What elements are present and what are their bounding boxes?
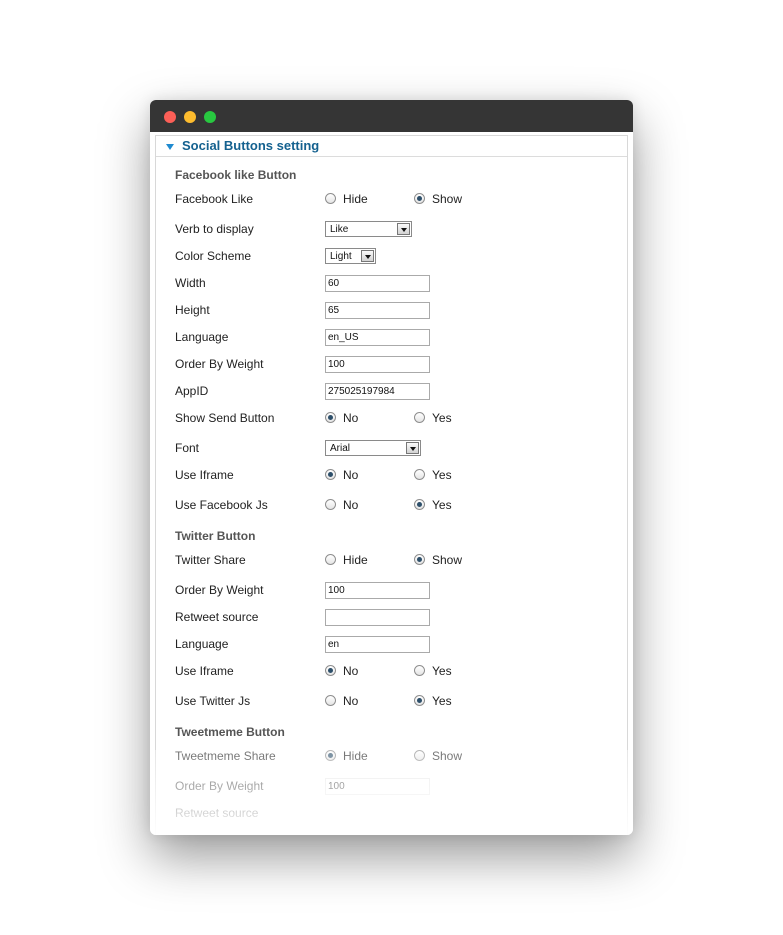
row-twitter-order-weight: Order By Weight 100 — [175, 581, 633, 601]
chevron-down-icon[interactable] — [361, 250, 374, 262]
row-tweetmeme-order-weight: Order By Weight 100 — [175, 777, 633, 797]
radio-label: Hide — [343, 553, 368, 567]
field-label: Height — [175, 303, 210, 317]
field-label: Order By Weight — [175, 583, 264, 597]
row-font: Font Arial — [175, 439, 633, 459]
section-title-facebook: Facebook like Button — [175, 168, 297, 182]
row-language: Language en_US — [175, 328, 633, 348]
row-twitter-share: Twitter Share Hide Show — [175, 551, 633, 571]
field-label: Show Send Button — [175, 411, 275, 425]
radio-button[interactable] — [325, 554, 336, 565]
row-use-iframe: Use Iframe No Yes — [175, 466, 633, 486]
row-retweet-source: Retweet source — [175, 608, 633, 628]
radio-button[interactable] — [325, 665, 336, 676]
radio-button[interactable] — [414, 412, 425, 423]
chevron-down-icon[interactable] — [406, 442, 419, 454]
radio-button[interactable] — [414, 665, 425, 676]
select-value: Like — [330, 224, 349, 235]
radio-label: No — [343, 664, 359, 678]
field-label: Facebook Like — [175, 192, 254, 206]
field-label: Language — [175, 637, 229, 651]
radio-label: Show — [432, 192, 463, 206]
row-appid: AppID 275025197984 — [175, 382, 633, 402]
field-label: Use Facebook Js — [175, 498, 268, 512]
row-order-weight: Order By Weight 100 — [175, 355, 633, 375]
order-weight-input[interactable]: 100 — [325, 356, 430, 373]
radio-button[interactable] — [414, 554, 425, 565]
radio-button[interactable] — [414, 695, 425, 706]
font-select[interactable]: Arial — [325, 440, 421, 456]
field-label: Tweetmeme Share — [175, 749, 276, 763]
verb-select[interactable]: Like — [325, 221, 412, 237]
row-tweetmeme-share: Tweetmeme Share Hide Show — [175, 747, 633, 767]
radio-label: Show — [432, 749, 463, 763]
select-value: Arial — [330, 443, 351, 454]
row-twitter-iframe: Use Iframe No Yes — [175, 662, 633, 682]
twitter-order-weight-input[interactable]: 100 — [325, 582, 430, 599]
field-label: Use Twitter Js — [175, 694, 251, 708]
row-color-scheme: Color Scheme Light — [175, 247, 633, 267]
height-input[interactable]: 65 — [325, 302, 430, 319]
radio-button[interactable] — [325, 695, 336, 706]
row-twitter-js: Use Twitter Js No Yes — [175, 692, 633, 712]
width-input[interactable]: 60 — [325, 275, 430, 292]
radio-label: Yes — [432, 694, 452, 708]
radio-button[interactable] — [325, 750, 336, 761]
radio-label: Yes — [432, 664, 452, 678]
field-label: Retweet source — [175, 610, 259, 624]
row-verb: Verb to display Like — [175, 220, 633, 240]
row-facebook-like: Facebook Like Hide Show — [175, 190, 633, 210]
settings-form: Facebook like Button Facebook Like Hide … — [150, 100, 633, 835]
row-facebook-js: Use Facebook Js No Yes — [175, 496, 633, 516]
field-label: Retweet source — [175, 806, 259, 820]
field-label: Twitter Share — [175, 553, 246, 567]
retweet-source-input[interactable] — [325, 609, 430, 626]
app-window: Social Buttons setting Facebook like But… — [150, 100, 633, 835]
radio-label: Yes — [432, 498, 452, 512]
radio-button[interactable] — [414, 750, 425, 761]
field-label: Language — [175, 330, 229, 344]
chevron-down-icon[interactable] — [397, 223, 410, 235]
radio-button[interactable] — [325, 412, 336, 423]
radio-button[interactable] — [414, 193, 425, 204]
row-height: Height 65 — [175, 301, 633, 321]
radio-label: Yes — [432, 468, 452, 482]
radio-label: No — [343, 694, 359, 708]
field-label: Verb to display — [175, 222, 254, 236]
radio-label: No — [343, 411, 359, 425]
field-label: Use Iframe — [175, 664, 234, 678]
row-tweetmeme-retweet-source: Retweet source — [175, 804, 633, 824]
field-label: Order By Weight — [175, 779, 264, 793]
field-label: Use Iframe — [175, 468, 234, 482]
section-title-twitter: Twitter Button — [175, 529, 256, 543]
radio-label: Show — [432, 553, 463, 567]
field-label: Width — [175, 276, 206, 290]
field-label: AppID — [175, 384, 209, 398]
row-send-button: Show Send Button No Yes — [175, 409, 633, 429]
radio-label: No — [343, 468, 359, 482]
twitter-language-input[interactable]: en — [325, 636, 430, 653]
row-width: Width 60 — [175, 274, 633, 294]
appid-input[interactable]: 275025197984 — [325, 383, 430, 400]
radio-label: Hide — [343, 192, 368, 206]
radio-button[interactable] — [325, 499, 336, 510]
radio-button[interactable] — [414, 469, 425, 480]
radio-label: Hide — [343, 749, 368, 763]
tweetmeme-order-weight-input[interactable]: 100 — [325, 778, 430, 795]
radio-label: No — [343, 498, 359, 512]
radio-button[interactable] — [325, 469, 336, 480]
field-label: Font — [175, 441, 200, 455]
radio-button[interactable] — [325, 193, 336, 204]
color-scheme-select[interactable]: Light — [325, 248, 376, 264]
select-value: Light — [330, 251, 352, 262]
radio-button[interactable] — [414, 499, 425, 510]
radio-label: Yes — [432, 411, 452, 425]
field-label: Order By Weight — [175, 357, 264, 371]
field-label: Color Scheme — [175, 249, 252, 263]
section-title-tweetmeme: Tweetmeme Button — [175, 725, 285, 739]
row-twitter-language: Language en — [175, 635, 633, 655]
language-input[interactable]: en_US — [325, 329, 430, 346]
